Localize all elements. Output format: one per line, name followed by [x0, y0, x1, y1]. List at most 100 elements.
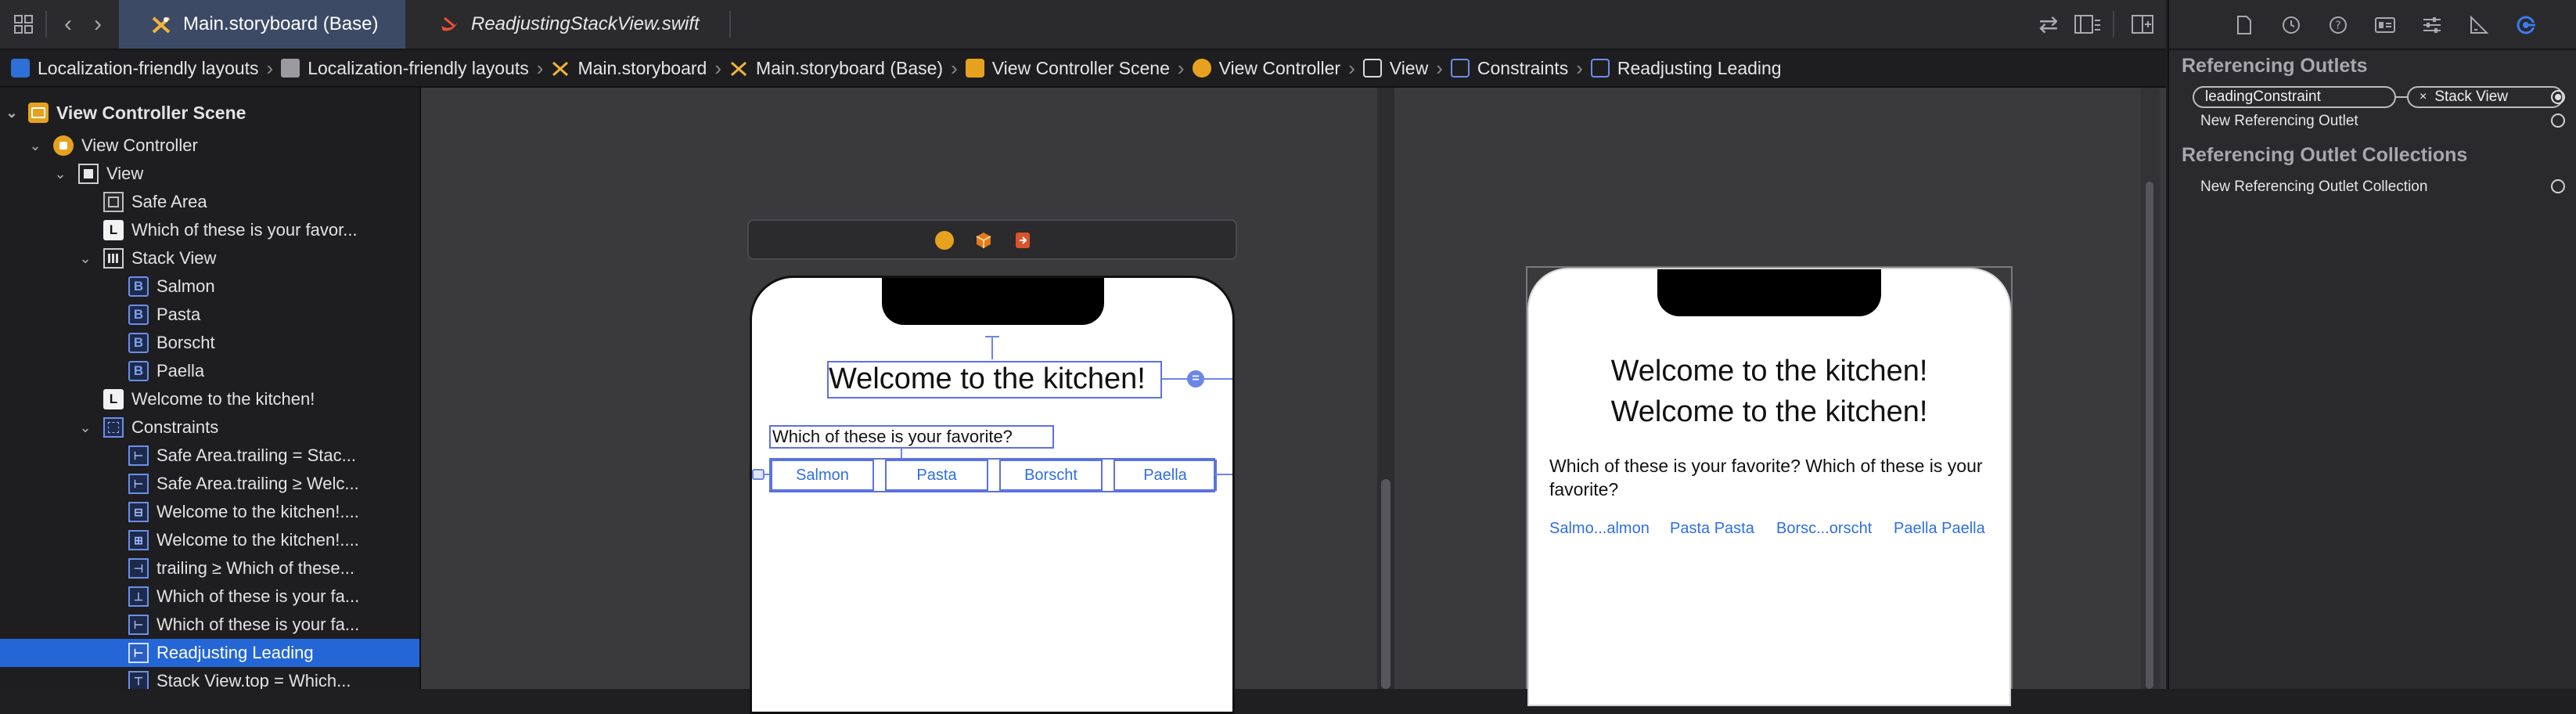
breadcrumb-folder[interactable]: Localization-friendly layouts: [281, 58, 529, 79]
outline-row-stack-view[interactable]: ⌄ Stack View: [0, 244, 419, 272]
constraint-icon: ⊢: [128, 643, 149, 663]
size-icon[interactable]: [2468, 14, 2490, 36]
outline-row-constraints[interactable]: ⌄ Constraints: [0, 413, 419, 442]
outlet-target-pill[interactable]: × Stack View: [2407, 86, 2563, 108]
breadcrumb-project[interactable]: Localization-friendly layouts: [11, 58, 259, 79]
breadcrumb: Localization-friendly layouts › Localiza…: [0, 50, 2166, 88]
constraint-line: [991, 336, 993, 359]
outline-row-question-label[interactable]: L Which of these is your favor...: [0, 216, 419, 244]
constraint-icon: ⊞: [128, 530, 149, 550]
canvas-split-divider[interactable]: [1377, 88, 1394, 689]
button-icon: B: [128, 333, 149, 353]
chevron-down-icon[interactable]: ⌄: [53, 166, 67, 182]
identity-icon[interactable]: [2374, 14, 2396, 36]
constraint-handle[interactable]: [752, 469, 765, 480]
outline-row-constraint[interactable]: ⊣ trailing ≥ Which of these...: [0, 554, 419, 582]
outlet-connected-circle[interactable]: [2551, 90, 2565, 104]
preview-device: Welcome to the kitchen! Welcome to the k…: [1527, 268, 2011, 706]
chevron-down-icon[interactable]: ⌄: [78, 251, 92, 266]
preview-paella-button[interactable]: Paella Paella: [1894, 520, 1985, 538]
preview-scrollbar[interactable]: [2141, 88, 2160, 689]
preview-salmon-button[interactable]: Salmo...almon: [1549, 520, 1650, 538]
breadcrumb-storyboard-base[interactable]: Main.storyboard (Base): [729, 58, 943, 79]
outline-row-constraint[interactable]: ⊤ Stack View.top = Which...: [0, 667, 419, 689]
welcome-label[interactable]: Welcome to the kitchen!: [829, 362, 1146, 396]
view-icon: [78, 164, 99, 184]
outline-row-constraint[interactable]: ⊞ Welcome to the kitchen!....: [0, 526, 419, 554]
outline-row-constraint[interactable]: ⊢ Safe Area.trailing ≥ Welc...: [0, 470, 419, 498]
chevron-right-icon: ›: [951, 56, 958, 80]
salmon-button[interactable]: Salmon: [771, 460, 874, 491]
attributes-icon[interactable]: [2421, 14, 2443, 36]
chevron-down-icon[interactable]: ⌄: [5, 105, 19, 121]
borscht-button[interactable]: Borscht: [999, 460, 1103, 491]
chevron-down-icon[interactable]: ⌄: [28, 138, 42, 153]
breadcrumb-view[interactable]: View: [1362, 57, 1429, 79]
remove-connection-icon[interactable]: ×: [2419, 90, 2427, 104]
outline-row-constraint[interactable]: ⊟ Welcome to the kitchen!....: [0, 498, 419, 526]
outline-row-safe-area[interactable]: Safe Area: [0, 188, 419, 216]
breadcrumb-readjusting-leading[interactable]: Readjusting Leading: [1590, 58, 1782, 79]
chevron-down-icon[interactable]: ⌄: [78, 420, 92, 435]
help-icon[interactable]: ?: [2327, 14, 2349, 36]
outline-row-readjusting-leading[interactable]: ⊢ Readjusting Leading: [0, 639, 419, 667]
paella-button[interactable]: Paella: [1114, 460, 1217, 491]
grid-icon[interactable]: [8, 0, 39, 49]
breadcrumb-view-controller[interactable]: View Controller: [1192, 58, 1340, 79]
add-editor-icon[interactable]: [2127, 0, 2158, 49]
chevron-right-icon[interactable]: ›: [85, 0, 111, 49]
outline-row-constraint[interactable]: ⊢ Safe Area.trailing = Stac...: [0, 442, 419, 470]
related-items-icon[interactable]: ⇄: [2035, 0, 2063, 49]
constraint-icon: ⊟: [128, 502, 149, 522]
question-label[interactable]: Which of these is your favorite?: [772, 427, 1013, 447]
chevron-right-icon: ›: [536, 56, 544, 80]
cube-icon[interactable]: [974, 231, 993, 250]
outline-row-constraint[interactable]: ⊥ Which of these is your fa...: [0, 582, 419, 611]
tab-label: Main.storyboard (Base): [183, 13, 379, 34]
tab-readjusting-stack-view[interactable]: ReadjustingStackView.swift: [407, 0, 728, 49]
outline-row-view[interactable]: ⌄ View: [0, 160, 419, 188]
scrollbar-thumb[interactable]: [2146, 182, 2153, 689]
new-collection-circle[interactable]: [2551, 179, 2565, 193]
view-controller-icon: [1192, 59, 1211, 78]
scrollbar-thumb[interactable]: [1381, 479, 1391, 689]
breadcrumb-storyboard[interactable]: Main.storyboard: [551, 58, 707, 79]
divider: [729, 11, 731, 38]
outline-row-salmon[interactable]: B Salmon: [0, 272, 419, 301]
connections-icon[interactable]: [2515, 14, 2537, 36]
breadcrumb-label: View: [1389, 57, 1429, 78]
breadcrumb-scene[interactable]: View Controller Scene: [965, 58, 1170, 79]
editor-tab-bar: ‹ › Main.storyboard (Base) ReadjustingSt…: [0, 0, 2166, 50]
history-icon[interactable]: [2280, 14, 2302, 36]
file-icon[interactable]: [2233, 14, 2255, 36]
preview-borscht-button[interactable]: Borsc...orscht: [1776, 520, 1872, 538]
preview-pasta-button[interactable]: Pasta Pasta: [1670, 520, 1754, 538]
outline-row-constraint[interactable]: ⊢ Which of these is your fa...: [0, 611, 419, 639]
breadcrumb-constraints[interactable]: Constraints: [1450, 58, 1568, 79]
outline-label: Welcome to the kitchen!....: [157, 530, 359, 550]
safe-area-icon: [103, 192, 124, 212]
svg-text:?: ?: [2335, 20, 2340, 32]
outlet-name-pill[interactable]: leadingConstraint: [2193, 86, 2396, 108]
outline-row-scene[interactable]: ⌄ View Controller Scene: [0, 99, 419, 127]
view-controller-icon[interactable]: [935, 231, 954, 250]
outlet-target: Stack View: [2434, 88, 2508, 105]
exit-icon[interactable]: [1013, 231, 1032, 250]
tab-main-storyboard[interactable]: Main.storyboard (Base): [119, 0, 405, 49]
outline-row-welcome-label[interactable]: L Welcome to the kitchen!: [0, 385, 419, 413]
chevron-left-icon[interactable]: ‹: [55, 0, 81, 49]
outline-row-view-controller[interactable]: ⌄ View Controller: [0, 132, 419, 160]
new-outlet-circle[interactable]: [2551, 114, 2565, 128]
outline-row-paella[interactable]: B Paella: [0, 357, 419, 385]
outline-row-pasta[interactable]: B Pasta: [0, 301, 419, 329]
outline-label: Readjusting Leading: [157, 643, 314, 662]
constraint-badge[interactable]: =: [1187, 370, 1204, 388]
editor-options-icon[interactable]: [2072, 0, 2103, 49]
outline-label: trailing ≥ Which of these...: [157, 558, 354, 578]
outline-row-borscht[interactable]: B Borscht: [0, 329, 419, 357]
breadcrumb-label: Localization-friendly layouts: [308, 57, 529, 78]
outline-label: Safe Area.trailing ≥ Welc...: [157, 474, 359, 493]
breadcrumb-label: Main.storyboard (Base): [756, 57, 944, 78]
pasta-button[interactable]: Pasta: [885, 460, 988, 491]
referencing-outlet-collections-heading: Referencing Outlet Collections: [2182, 144, 2468, 166]
